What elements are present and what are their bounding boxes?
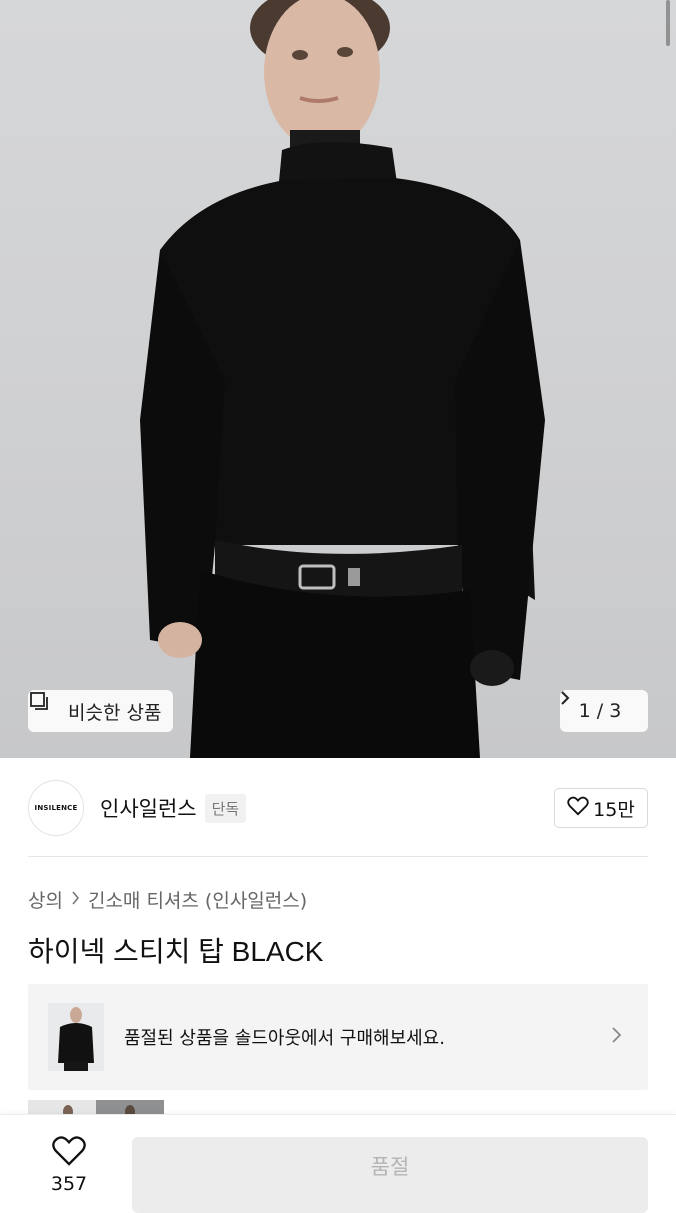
soldout-banner-text: 품절된 상품을 솔드아웃에서 구매해보세요. [124,1028,445,1049]
brand-like-button[interactable]: 15만 [554,788,648,828]
brand-logo-text: INSILENCE [34,804,78,812]
breadcrumb-category[interactable]: 상의 [28,886,63,913]
wishlist-button[interactable]: 357 [36,1135,102,1195]
model-photo [140,0,545,758]
heart-icon [567,796,589,821]
scroll-indicator[interactable] [666,0,670,46]
purchase-button-label: 품절 [370,1155,410,1179]
exclusive-badge: 단독 [204,793,247,823]
chevron-right-icon [71,890,80,909]
brand-name[interactable]: 인사일런스 [100,793,197,823]
image-counter-text: 1 / 3 [578,700,622,722]
product-title: 하이넥 스티치 탑 BLACK [28,936,324,967]
chevron-right-icon [611,1025,622,1050]
product-hero-image[interactable]: 비슷한 상품 1 / 3 [0,0,676,758]
banner-thumbnail [48,1003,104,1071]
wishlist-count: 357 [50,1173,88,1195]
brand-row: INSILENCE 인사일런스 단독 15만 [28,780,648,836]
breadcrumb: 상의 긴소매 티셔츠 (인사일런스) [28,886,307,913]
similar-products-button[interactable]: 비슷한 상품 [28,690,174,732]
similar-products-label: 비슷한 상품 [68,701,162,724]
breadcrumb-subcategory[interactable]: 긴소매 티셔츠 (인사일런스) [88,886,307,913]
soldout-marketplace-banner[interactable]: 품절된 상품을 솔드아웃에서 구매해보세요. [28,984,648,1090]
image-counter-button[interactable]: 1 / 3 [560,690,648,732]
brand-logo[interactable]: INSILENCE [28,780,84,836]
bottom-action-bar: 357 품절 [0,1114,676,1213]
similar-items-icon [30,692,62,722]
heart-icon [51,1136,87,1171]
section-divider [28,856,648,857]
soldout-purchase-button[interactable]: 품절 [132,1137,648,1213]
brand-like-count: 15만 [593,798,635,821]
